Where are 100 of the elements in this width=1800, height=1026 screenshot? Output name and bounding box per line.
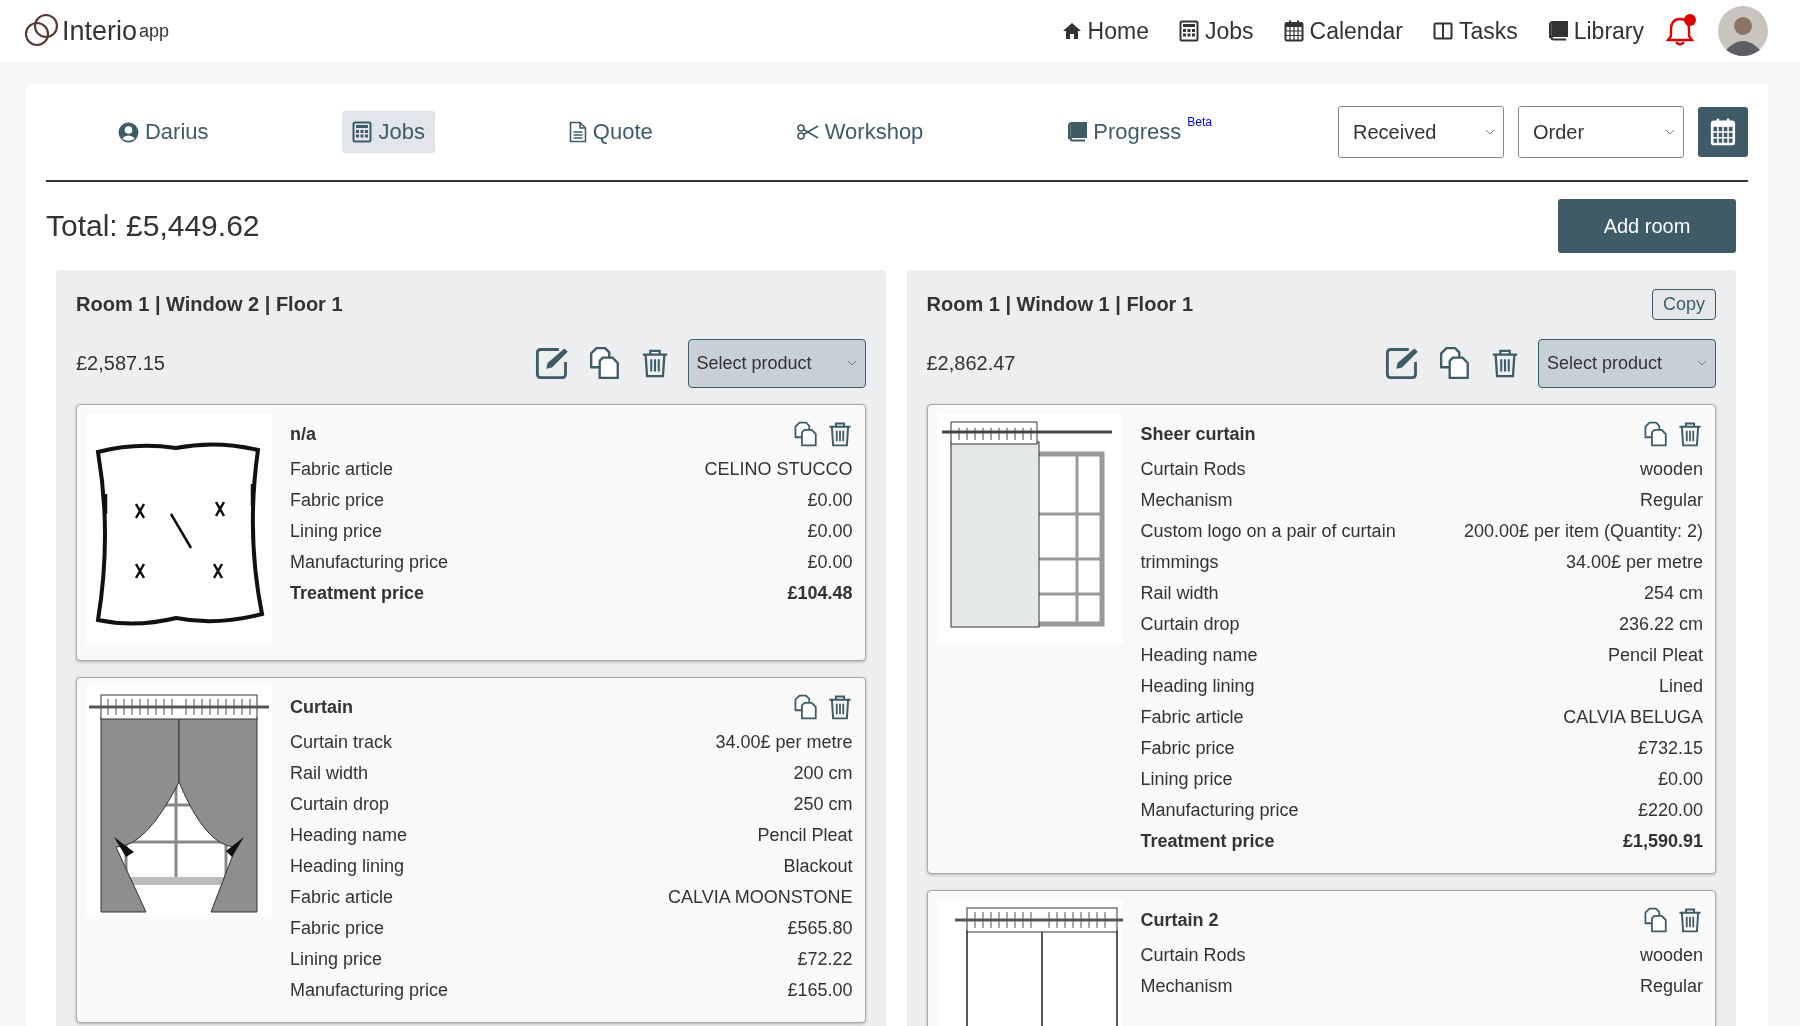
copy-icon[interactable] — [792, 421, 819, 447]
avatar[interactable] — [1718, 6, 1768, 56]
status-select[interactable]: Received — [1338, 106, 1504, 158]
field-label: Lining price — [290, 521, 383, 542]
copy-icon[interactable] — [1438, 346, 1472, 380]
field-label: Mechanism — [1140, 976, 1233, 997]
calculator-icon — [352, 121, 373, 143]
field-value: £565.80 — [787, 918, 853, 939]
field-label: Curtain drop — [1140, 614, 1240, 635]
edit-icon[interactable] — [533, 345, 570, 381]
nav-link[interactable]: Tasks — [1432, 17, 1518, 45]
field-label: Curtain Rods — [1140, 459, 1246, 480]
field-label: Curtain track — [290, 732, 393, 753]
nav-tab[interactable]: Darius — [107, 111, 219, 153]
trash-icon[interactable] — [826, 694, 853, 720]
nav-link[interactable]: Calendar — [1283, 17, 1403, 45]
field-value: wooden — [1639, 459, 1703, 480]
calendar-button[interactable] — [1698, 107, 1748, 157]
beta-label: Beta — [1187, 115, 1212, 129]
calendar-icon — [1283, 20, 1304, 42]
room-title: Room 1 | Window 1 | Floor 1 — [926, 292, 1194, 316]
field-value: 254 cm — [1643, 583, 1703, 604]
field-value: Lined — [1658, 676, 1703, 697]
trash-icon[interactable] — [826, 421, 853, 447]
field-value: Pencil Pleat — [757, 825, 853, 846]
field-value: £104.48 — [787, 583, 853, 604]
book-icon — [1547, 21, 1568, 41]
room-title: Room 1 | Window 2 | Floor 1 — [76, 292, 343, 316]
trash-icon[interactable] — [1677, 907, 1703, 933]
field-value: 200 cm — [793, 763, 853, 784]
scissors-icon — [796, 124, 819, 140]
caret-icon — [846, 360, 857, 366]
field-label: Custom logo on a pair of curtain — [1140, 521, 1396, 542]
field-label: Curtain Rods — [1140, 945, 1246, 966]
field-label: Manufacturing price — [290, 552, 449, 573]
copy-icon[interactable] — [1643, 421, 1669, 447]
caret-icon — [1485, 129, 1495, 135]
field-label: Manufacturing price — [1140, 800, 1299, 821]
field-value: 236.22 cm — [1618, 614, 1703, 635]
product-name: n/a — [290, 423, 316, 445]
field-value: 200.00£ per item (Quantity: 2) — [1463, 521, 1703, 542]
product-name: Curtain 2 — [1140, 909, 1219, 931]
trash-icon[interactable] — [1677, 421, 1703, 447]
calendar-icon — [1710, 118, 1736, 146]
field-label: Rail width — [1140, 583, 1219, 604]
product-select[interactable]: Select product — [687, 338, 866, 388]
field-label: trimmings — [1140, 552, 1219, 573]
field-label: Rail width — [290, 763, 369, 784]
field-value: £0.00 — [807, 521, 853, 542]
field-value: £0.00 — [807, 552, 853, 573]
nav-tab[interactable]: Progress $^{Beta}$ — [1057, 111, 1222, 153]
field-label: Treatment price — [1140, 831, 1275, 852]
edit-icon[interactable] — [1384, 345, 1420, 381]
field-value: 250 cm — [793, 794, 853, 815]
nav-link[interactable]: Home — [1061, 17, 1149, 45]
field-label: Treatment price — [290, 583, 425, 604]
bell-icon[interactable] — [1666, 16, 1694, 46]
nav-tab[interactable]: Jobs — [342, 111, 435, 153]
nav-tab[interactable]: Quote — [558, 111, 663, 153]
product-name: Curtain — [290, 696, 353, 718]
room-price: £2,587.15 — [76, 351, 165, 375]
field-label: Fabric article — [1140, 707, 1244, 728]
calculator-icon — [1178, 20, 1199, 42]
user-icon — [117, 121, 139, 143]
copy-icon[interactable] — [792, 694, 819, 720]
total-amount: Total: £5,449.62 — [46, 209, 260, 243]
field-value: wooden — [1639, 945, 1703, 966]
field-label: Fabric article — [290, 459, 394, 480]
field-label: Heading name — [290, 825, 408, 846]
field-label: Fabric price — [290, 918, 385, 939]
field-value: CELINO STUCCO — [704, 459, 853, 480]
home-icon — [1061, 22, 1082, 40]
copy-icon[interactable] — [587, 346, 622, 380]
field-label: Fabric price — [290, 490, 385, 511]
field-value: 34.00£ per metre — [1565, 552, 1703, 573]
field-value: Regular — [1639, 490, 1703, 511]
nav-link[interactable]: Jobs — [1178, 17, 1254, 45]
product-select[interactable]: Select product — [1538, 338, 1716, 388]
field-value: £165.00 — [787, 980, 853, 1001]
copy-button[interactable]: Copy — [1651, 288, 1716, 320]
field-label: Lining price — [1140, 769, 1233, 790]
copy-icon[interactable] — [1643, 907, 1669, 933]
field-value: £0.00 — [807, 490, 853, 511]
book-icon — [1067, 122, 1088, 142]
caret-icon — [1665, 129, 1675, 135]
field-label: Mechanism — [1140, 490, 1233, 511]
add-room-button[interactable]: Add room — [1558, 199, 1736, 253]
field-label: Manufacturing price — [290, 980, 449, 1001]
field-label: Heading lining — [290, 856, 405, 877]
nav-tab[interactable]: Workshop — [786, 111, 934, 153]
trash-icon[interactable] — [1490, 348, 1520, 378]
columns-icon — [1432, 22, 1453, 40]
field-label: Heading lining — [1140, 676, 1255, 697]
field-label: Lining price — [290, 949, 383, 970]
field-value: £732.15 — [1637, 738, 1703, 759]
field-label: Curtain drop — [290, 794, 390, 815]
status-select[interactable]: Order — [1518, 106, 1684, 158]
field-value: 34.00£ per metre — [715, 732, 853, 753]
field-value: Regular — [1639, 976, 1703, 997]
nav-link[interactable]: Library — [1547, 17, 1644, 45]
